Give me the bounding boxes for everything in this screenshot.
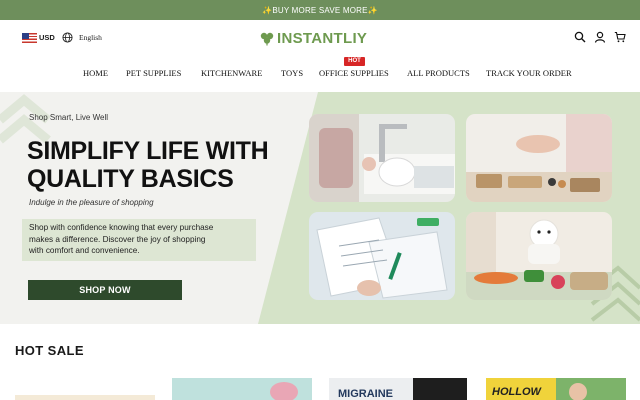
nav-kitchenware[interactable]: KITCHENWARE xyxy=(201,68,262,78)
hot-sale-heading: HOT SALE xyxy=(15,343,84,358)
product-image xyxy=(15,395,155,400)
cart-icon[interactable] xyxy=(614,31,626,43)
product-card[interactable]: HOLLOW xyxy=(486,378,626,400)
site-logo[interactable]: INSTANTLIY xyxy=(259,29,367,47)
logo-text: INSTANTLIY xyxy=(277,29,368,47)
product-card[interactable] xyxy=(15,378,155,400)
hero-title-line-2: QUALITY BASICS xyxy=(27,165,234,193)
kitchen-sink-photo[interactable] xyxy=(309,114,455,202)
hero-subtitle: Indulge in the pleasure of shopping xyxy=(29,198,154,207)
nav-home[interactable]: HOME xyxy=(83,68,108,78)
us-flag-icon[interactable] xyxy=(22,33,37,43)
globe-icon[interactable] xyxy=(62,32,73,43)
language-selector[interactable]: English xyxy=(79,33,102,43)
announcement-text: ✨BUY MORE SAVE MORE✨ xyxy=(262,5,378,15)
hero-kicker: Shop Smart, Live Well xyxy=(29,113,108,122)
nav-office-supplies[interactable]: OFFICE SUPPLIES xyxy=(319,68,389,78)
nav-pet-supplies[interactable]: PET SUPPLIES xyxy=(126,68,181,78)
hero-desc-line-2: makes a difference. Discover the joy of … xyxy=(29,234,206,244)
main-nav: HOME PET SUPPLIES KITCHENWARE TOYS OFFIC… xyxy=(0,56,640,90)
header-bar: USD English INSTANTLIY xyxy=(0,20,640,56)
hero-title: SIMPLIFY LIFE WITH QUALITY BASICS xyxy=(27,137,269,193)
hot-badge: HOT xyxy=(344,57,365,66)
wooden-toys-photo[interactable] xyxy=(466,114,612,202)
product-image xyxy=(172,378,312,400)
nav-all-products[interactable]: ALL PRODUCTS xyxy=(407,68,470,78)
hero-desc-line-1: Shop with confidence knowing that every … xyxy=(29,223,214,232)
currency-selector[interactable]: USD xyxy=(39,33,55,43)
announcement-bar: ✨BUY MORE SAVE MORE✨ xyxy=(0,0,640,20)
hero-banner: Shop Smart, Live Well SIMPLIFY LIFE WITH… xyxy=(0,92,640,324)
nav-track-order[interactable]: TRACK YOUR ORDER xyxy=(486,68,572,78)
notebook-study-photo[interactable] xyxy=(309,212,455,300)
hero-title-line-1: SIMPLIFY LIFE WITH xyxy=(27,137,269,165)
product-overlay-text: MIGRAINE xyxy=(338,388,393,400)
search-icon[interactable] xyxy=(574,31,586,43)
account-icon[interactable] xyxy=(594,31,606,43)
clover-logo-icon xyxy=(260,32,274,46)
product-card[interactable]: MIGRAINE xyxy=(329,378,467,400)
dog-food-photo[interactable] xyxy=(466,212,612,300)
product-card[interactable] xyxy=(172,378,312,400)
product-overlay-text: HOLLOW xyxy=(492,386,541,398)
hero-description: Shop with confidence knowing that every … xyxy=(22,219,256,261)
nav-toys[interactable]: TOYS xyxy=(281,68,303,78)
shop-now-button[interactable]: SHOP NOW xyxy=(28,280,182,300)
hero-desc-line-3: with comfort and convenience. xyxy=(29,246,140,255)
